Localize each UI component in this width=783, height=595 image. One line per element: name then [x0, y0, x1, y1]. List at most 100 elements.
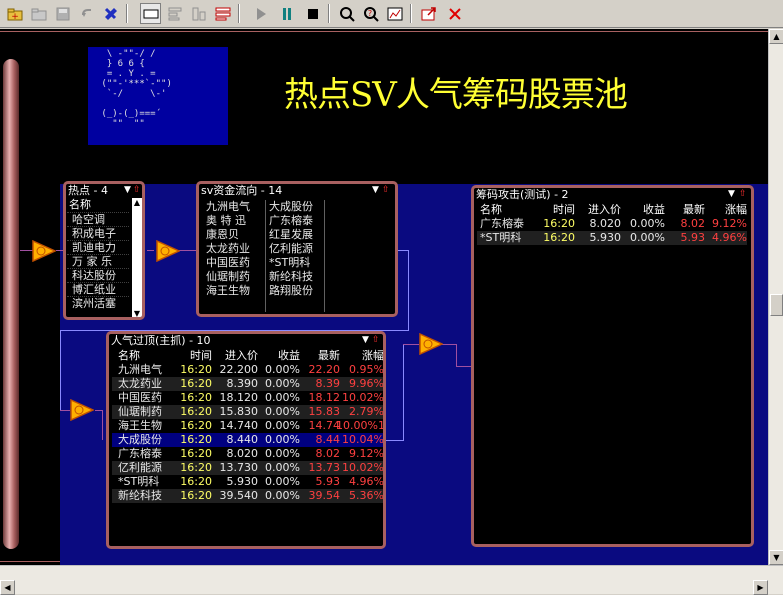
list-item[interactable]: 路翔股份	[269, 284, 325, 298]
list-item[interactable]: 广东榕泰	[269, 214, 325, 228]
tools-icon[interactable]	[100, 3, 121, 24]
dropdown-icon[interactable]: ▼	[362, 335, 369, 345]
list-item[interactable]: 康恩贝	[206, 228, 264, 242]
undo-icon[interactable]	[76, 3, 97, 24]
list-item[interactable]: 亿利能源	[269, 242, 325, 256]
close-icon[interactable]	[444, 3, 465, 24]
arrow-node[interactable]	[70, 399, 94, 421]
play-icon[interactable]	[250, 3, 271, 24]
list-item[interactable]: 中国医药	[206, 256, 264, 270]
list-item[interactable]: 积成电子	[67, 226, 129, 240]
cell-time: 16:20	[180, 447, 212, 460]
panel-hot[interactable]: 热点 - 4 ▼ ⇧ 名称 哈空调 积成电子 凯迪电力万 家 乐科达股份 博汇纸业 滨州活…	[63, 181, 145, 320]
up-arrow-icon[interactable]: ⇧	[739, 189, 747, 199]
cell-entry-price: 8.020	[226, 447, 259, 460]
search-icon[interactable]	[336, 3, 357, 24]
align-left-icon[interactable]	[164, 3, 185, 24]
list-item[interactable]: 博汇纸业	[67, 282, 129, 296]
vertical-bar[interactable]	[3, 59, 19, 549]
scroll-down-icon[interactable]: ▼	[769, 550, 783, 565]
cell-time: 16:20	[180, 433, 212, 446]
cell-profit: 0.00%	[265, 461, 300, 474]
table-row[interactable]: 海王生物 16:20 14.740 0.00% 14.74 10.00%1	[112, 419, 383, 433]
list-item[interactable]: 红星发展	[269, 228, 325, 242]
list-item[interactable]: 九洲电气	[206, 200, 264, 214]
export-icon[interactable]	[418, 3, 439, 24]
table-row[interactable]: *ST明科 16:20 5.930 0.00% 5.93 4.96%	[112, 475, 383, 489]
folder-icon[interactable]	[28, 3, 49, 24]
arrow-node[interactable]	[156, 240, 180, 262]
cell-entry-price: 8.390	[226, 377, 259, 390]
chart-icon[interactable]	[384, 3, 405, 24]
column-header: 收益	[643, 203, 665, 216]
up-arrow-icon[interactable]: ⇧	[372, 335, 380, 345]
arrow-node[interactable]	[419, 333, 443, 355]
list-item[interactable]: *ST明科	[269, 256, 325, 270]
list-item[interactable]: 科达股份	[67, 268, 129, 282]
panel-attack[interactable]: 筹码攻击(测试) - 2 ▼ ⇧ 名称 时间 进入价 收益 最新 涨幅 广东榕泰 16:20 8…	[471, 185, 754, 547]
dropdown-icon[interactable]: ▼	[728, 189, 735, 199]
cell-time: 16:20	[543, 231, 575, 244]
connector-line	[56, 250, 63, 251]
panel-popular[interactable]: 人气过顶(主抓) - 10 ▼ ⇧ 名称 时间 进入价 收益 最新 涨幅 九洲电气 16:20…	[106, 331, 386, 549]
cell-entry-price: 39.540	[219, 489, 259, 502]
cell-latest: 8.02	[680, 217, 706, 230]
up-arrow-icon[interactable]: ⇧	[133, 185, 141, 195]
list-item[interactable]: 滨州活塞	[67, 296, 129, 310]
stop-icon[interactable]	[302, 3, 323, 24]
cell-latest: 5.93	[315, 475, 341, 488]
svg-text:+: +	[11, 12, 19, 21]
vertical-scrollbar[interactable]: ▲ ▼	[768, 29, 783, 565]
list-item[interactable]: 哈空调	[67, 212, 129, 226]
arrow-node[interactable]	[32, 240, 56, 262]
pause-icon[interactable]	[276, 3, 297, 24]
panel-scrollbar[interactable]: ▲ ▼	[132, 198, 142, 317]
table-row[interactable]: 广东榕泰 16:20 8.020 0.00% 8.02 9.12%	[112, 447, 383, 461]
horizontal-scrollbar[interactable]: ◀ ▶	[0, 565, 783, 595]
scroll-down-icon[interactable]: ▼	[132, 309, 142, 317]
save-icon[interactable]	[52, 3, 73, 24]
list-item[interactable]: 海王生物	[206, 284, 264, 298]
table-row[interactable]: *ST明科 16:20 5.930 0.00% 5.93 4.96%	[477, 231, 747, 245]
table-row[interactable]: 仙琚制药 16:20 15.830 0.00% 15.83 2.79%	[112, 405, 383, 419]
list-item[interactable]: 大成股份	[269, 200, 325, 214]
align-bottom-icon[interactable]	[188, 3, 209, 24]
dropdown-icon[interactable]: ▼	[372, 185, 379, 195]
rectangle-icon[interactable]	[140, 3, 161, 24]
list-item[interactable]: 凯迪电力	[67, 240, 129, 254]
table-row[interactable]: 中国医药 16:20 18.120 0.00% 18.12 10.02%	[112, 391, 383, 405]
cell-name: 中国医药	[118, 391, 162, 404]
list-item[interactable]: 新纶科技	[269, 270, 325, 284]
scroll-right-icon[interactable]: ▶	[753, 580, 768, 595]
connector-line	[95, 410, 102, 411]
table-row[interactable]: 广东榕泰 16:20 8.020 0.00% 8.02 9.12%	[477, 217, 747, 231]
column-header: 最新	[683, 203, 705, 216]
up-arrow-icon[interactable]: ⇧	[382, 185, 390, 195]
scroll-thumb[interactable]	[770, 294, 783, 316]
table-row[interactable]: 大成股份 16:20 8.440 0.00% 8.44 10.04%	[112, 433, 383, 447]
list-item[interactable]: 奥 特 迅	[206, 214, 264, 228]
scroll-up-icon[interactable]: ▲	[132, 198, 142, 207]
list-item[interactable]: 万 家 乐	[67, 254, 129, 268]
column-header: 涨幅	[725, 203, 747, 216]
dropdown-icon[interactable]: ▼	[124, 185, 131, 195]
list-icon[interactable]	[212, 3, 233, 24]
open-folder-icon[interactable]: +	[4, 3, 25, 24]
panel-title: 筹码攻击(测试) - 2	[474, 188, 751, 202]
scroll-left-icon[interactable]: ◀	[0, 580, 15, 595]
list-item[interactable]: 仙琚制药	[206, 270, 264, 284]
panel-title-text: 人气过顶(主抓)	[111, 334, 186, 347]
panel-sv[interactable]: sv资金流向 - 14 ▼ ⇧ 九洲电气奥 特 迅康恩贝 太龙药业 中国医药 仙琚制药…	[196, 181, 398, 317]
table-row[interactable]: 九洲电气 16:20 22.200 0.00% 22.20 0.95%	[112, 363, 383, 377]
cell-profit: 0.00%	[265, 391, 300, 404]
svg-text:?: ?	[367, 9, 371, 18]
scroll-up-icon[interactable]: ▲	[769, 29, 783, 44]
table-row[interactable]: 新纶科技 16:20 39.540 0.00% 39.54 5.36%	[112, 489, 383, 503]
list-header: 名称	[69, 198, 91, 211]
table-row[interactable]: 太龙药业 16:20 8.390 0.00% 8.39 9.96%	[112, 377, 383, 391]
cell-latest: 8.39	[315, 377, 341, 390]
table-row[interactable]: 亿利能源 16:20 13.730 0.00% 13.73 10.02%	[112, 461, 383, 475]
list-item[interactable]: 太龙药业	[206, 242, 264, 256]
zoom-icon[interactable]: ?	[360, 3, 381, 24]
cell-time: 16:20	[543, 217, 575, 230]
